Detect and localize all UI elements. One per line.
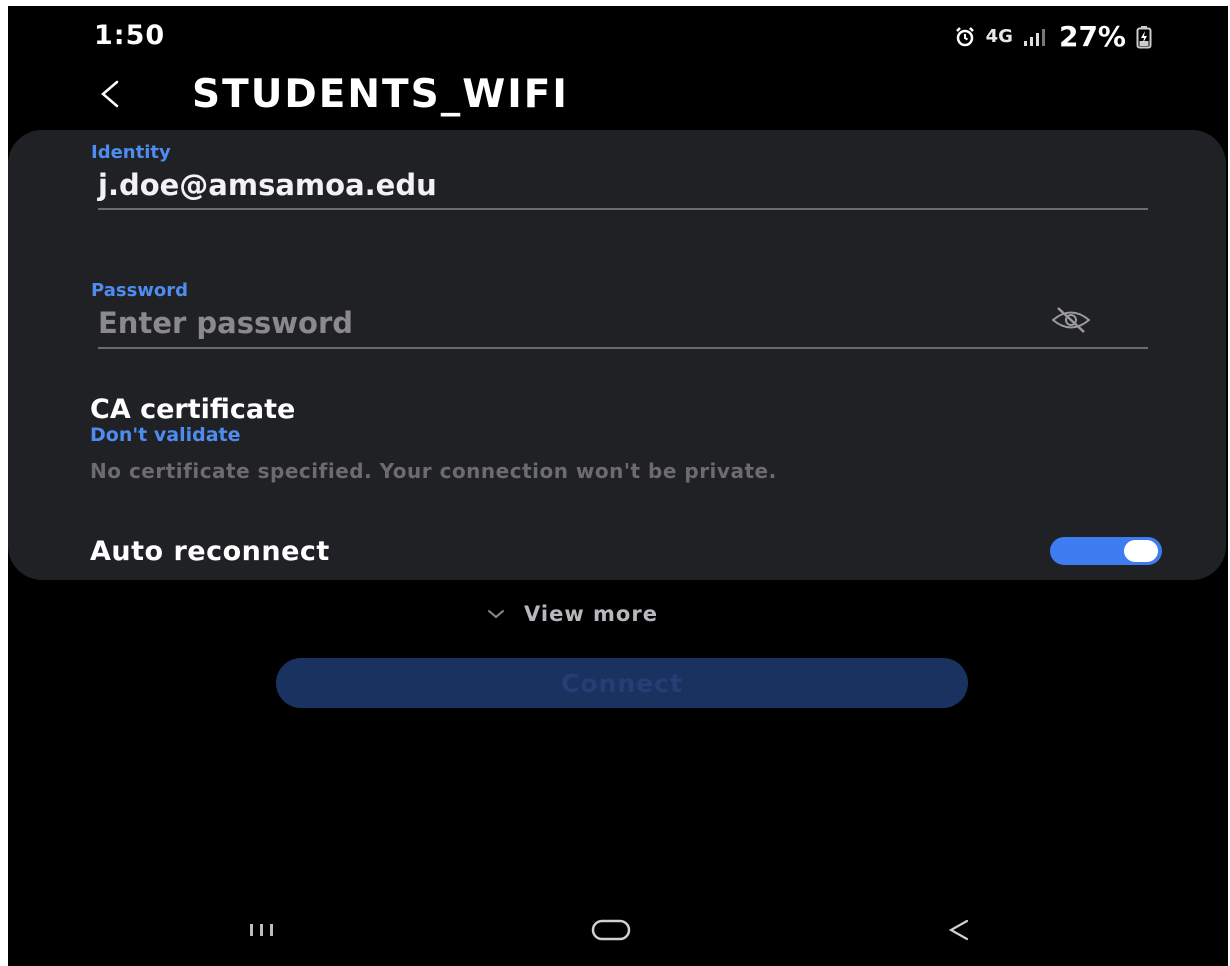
signal-icon: [1023, 27, 1049, 47]
certificate-warning: No certificate specified. Your connectio…: [90, 459, 777, 483]
recent-apps-button[interactable]: [232, 912, 292, 952]
back-icon: [943, 915, 973, 949]
auto-reconnect-label: Auto reconnect: [90, 536, 330, 567]
home-icon: [589, 917, 637, 947]
page-title: STUDENTS_WIFI: [192, 72, 569, 117]
network-type: 4G: [985, 26, 1013, 47]
eye-off-icon: [1050, 305, 1092, 339]
password-underline: [98, 347, 1148, 349]
chevron-down-icon: [486, 605, 506, 624]
connect-label: Connect: [561, 668, 683, 698]
alarm-icon: [954, 26, 976, 48]
ca-certificate-value[interactable]: Don't validate: [90, 424, 241, 446]
chevron-left-icon: [97, 78, 123, 114]
password-field[interactable]: Enter password: [98, 306, 353, 340]
battery-percent: 27%: [1058, 20, 1126, 53]
identity-label: Identity: [91, 142, 171, 163]
identity-field[interactable]: j.doe@amsamoa.edu: [98, 168, 437, 202]
view-more-label: View more: [524, 602, 658, 626]
network-settings-card: Identity j.doe@amsamoa.edu Password Ente…: [8, 130, 1226, 580]
auto-reconnect-toggle[interactable]: [1050, 537, 1162, 565]
toggle-knob: [1124, 540, 1158, 562]
view-more-button[interactable]: View more: [486, 602, 658, 626]
identity-underline: [98, 208, 1148, 210]
recent-apps-icon: [242, 920, 282, 944]
home-button[interactable]: [578, 912, 648, 952]
nav-back-button[interactable]: [928, 912, 988, 952]
phone-screen: 1:50 4G 27% STUDENTS_WIFI Identity j.doe…: [8, 6, 1228, 966]
ca-certificate-title[interactable]: CA certificate: [90, 394, 295, 425]
connect-button[interactable]: Connect: [276, 658, 968, 708]
password-visibility-toggle[interactable]: [1048, 304, 1094, 340]
battery-charging-icon: [1136, 25, 1152, 49]
status-time: 1:50: [94, 20, 166, 51]
password-label: Password: [91, 280, 189, 301]
back-button[interactable]: [90, 76, 130, 116]
status-icons: 4G 27%: [954, 20, 1152, 53]
